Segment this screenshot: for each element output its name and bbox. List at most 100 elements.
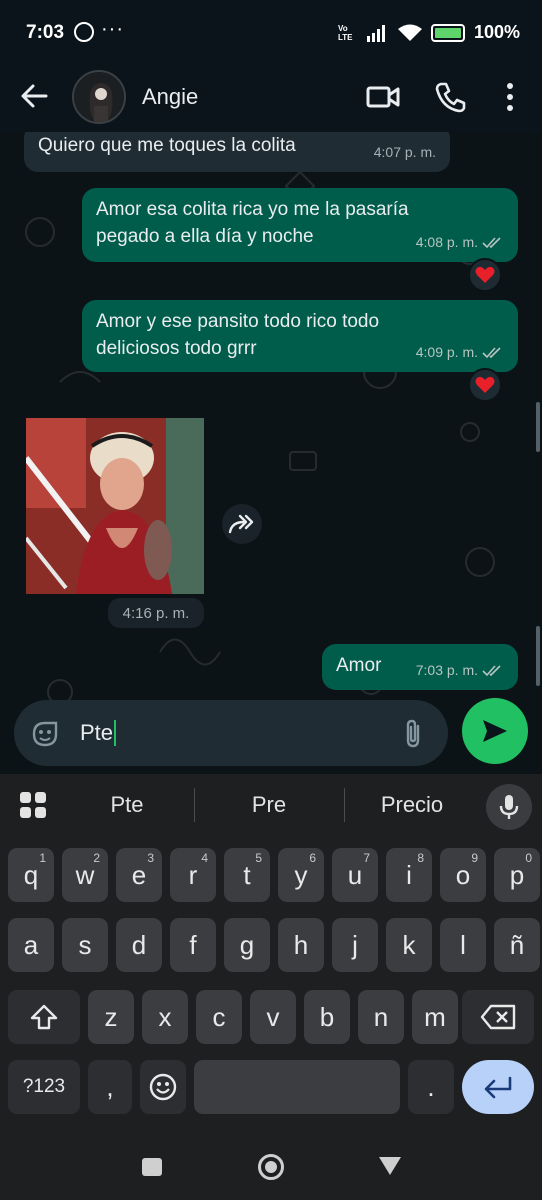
forward-button[interactable] — [222, 504, 262, 544]
key-label: i — [406, 859, 412, 890]
contact-avatar[interactable] — [72, 70, 126, 124]
key-ñ[interactable]: ñ — [494, 918, 540, 972]
message-input[interactable]: Pte — [14, 700, 448, 766]
message-time: 7:03 p. m. — [415, 662, 478, 678]
backspace-icon — [480, 1004, 516, 1030]
key-label: ñ — [509, 929, 525, 960]
key-f[interactable]: f — [170, 918, 216, 972]
microphone-icon — [499, 795, 519, 819]
comma-key[interactable]: , — [88, 1060, 132, 1114]
send-icon — [483, 720, 507, 742]
key-a[interactable]: a — [8, 918, 54, 972]
key-u[interactable]: u7 — [332, 848, 378, 902]
keyboard-menu-icon[interactable] — [18, 790, 48, 820]
suggestion-divider — [344, 788, 345, 822]
key-x[interactable]: x — [142, 990, 188, 1044]
key-label: n — [373, 1001, 389, 1032]
key-h[interactable]: h — [278, 918, 324, 972]
home-button[interactable] — [258, 1154, 284, 1180]
key-label: g — [239, 929, 255, 960]
key-label: a — [23, 929, 39, 960]
message-text: Amor — [336, 655, 382, 676]
message-list[interactable]: Quiero que me toques la colita 4:07 p. m… — [0, 132, 542, 774]
key-t[interactable]: t5 — [224, 848, 270, 902]
key-s[interactable]: s — [62, 918, 108, 972]
period-key[interactable]: . — [408, 1060, 454, 1114]
space-key[interactable] — [194, 1060, 400, 1114]
heart-icon — [475, 376, 495, 393]
chat-header: Angie — [0, 62, 542, 132]
key-k[interactable]: k — [386, 918, 432, 972]
key-p[interactable]: p0 — [494, 848, 540, 902]
double-check-icon — [482, 664, 501, 676]
key-hint: 1 — [39, 851, 46, 865]
chat-scrollbar[interactable] — [536, 626, 540, 686]
key-hint: 8 — [417, 851, 424, 865]
attach-icon[interactable] — [398, 718, 428, 750]
key-o[interactable]: o9 — [440, 848, 486, 902]
suggestion-1[interactable]: Pte — [88, 792, 166, 818]
message-outgoing[interactable]: Amor 7:03 p. m. — [322, 644, 518, 690]
key-c[interactable]: c — [196, 990, 242, 1044]
key-hint: 4 — [201, 851, 208, 865]
key-label: x — [158, 1001, 172, 1032]
message-outgoing[interactable]: Amor y ese pansito todo rico todo delici… — [82, 300, 518, 372]
key-z[interactable]: z — [88, 990, 134, 1044]
double-check-icon — [482, 346, 501, 358]
key-d[interactable]: d — [116, 918, 162, 972]
key-label: b — [319, 1001, 335, 1032]
contact-name[interactable]: Angie — [142, 84, 198, 110]
enter-icon — [484, 1076, 512, 1099]
video-call-icon[interactable] — [366, 82, 400, 112]
voice-input-button[interactable] — [486, 784, 532, 830]
more-notifications-icon: ··· — [101, 18, 124, 40]
key-i[interactable]: i8 — [386, 848, 432, 902]
recent-apps-button[interactable] — [142, 1158, 162, 1176]
symbols-key[interactable]: ?123 — [8, 1060, 80, 1114]
key-y[interactable]: y6 — [278, 848, 324, 902]
message-time: 4:09 p. m. — [415, 344, 478, 360]
key-m[interactable]: m — [412, 990, 458, 1044]
back-nav-icon[interactable] — [378, 1156, 402, 1176]
chat-scrollbar[interactable] — [536, 402, 540, 452]
image-message[interactable] — [26, 418, 204, 594]
emoji-key[interactable] — [140, 1060, 186, 1114]
wifi-icon — [397, 24, 422, 41]
key-n[interactable]: n — [358, 990, 404, 1044]
sticker-icon[interactable] — [30, 719, 60, 749]
key-q[interactable]: q1 — [8, 848, 54, 902]
key-l[interactable]: l — [440, 918, 486, 972]
voice-call-icon[interactable] — [434, 80, 468, 114]
backspace-key[interactable] — [462, 990, 534, 1044]
suggestion-3[interactable]: Precio — [362, 792, 462, 818]
key-label: y — [294, 859, 308, 890]
message-outgoing[interactable]: Amor esa colita rica yo me la pasaría pe… — [82, 188, 518, 262]
key-g[interactable]: g — [224, 918, 270, 972]
key-e[interactable]: e3 — [116, 848, 162, 902]
back-arrow-icon[interactable] — [18, 80, 50, 112]
forward-icon — [228, 514, 254, 534]
message-text: Quiero que me toques la colita — [38, 135, 296, 156]
send-button[interactable] — [462, 698, 528, 764]
key-w[interactable]: w2 — [62, 848, 108, 902]
key-hint: 5 — [255, 851, 262, 865]
enter-key[interactable] — [462, 1060, 534, 1114]
shift-key[interactable] — [8, 990, 80, 1044]
heart-reaction[interactable] — [468, 258, 502, 292]
key-j[interactable]: j — [332, 918, 378, 972]
key-label: f — [189, 929, 197, 960]
message-time: 4:07 p. m. — [373, 144, 436, 160]
heart-reaction[interactable] — [468, 368, 502, 402]
more-options-icon[interactable] — [496, 80, 524, 114]
suggestion-2[interactable]: Pre — [230, 792, 308, 818]
key-hint: 6 — [309, 851, 316, 865]
signal-icon — [366, 24, 385, 42]
key-b[interactable]: b — [304, 990, 350, 1044]
double-check-icon — [482, 236, 501, 248]
suggestion-bar: Pte Pre Precio — [0, 774, 542, 838]
key-label: v — [266, 1001, 280, 1032]
key-v[interactable]: v — [250, 990, 296, 1044]
message-incoming[interactable]: Quiero que me toques la colita 4:07 p. m… — [24, 132, 450, 172]
key-r[interactable]: r4 — [170, 848, 216, 902]
key-label: r — [188, 859, 198, 890]
